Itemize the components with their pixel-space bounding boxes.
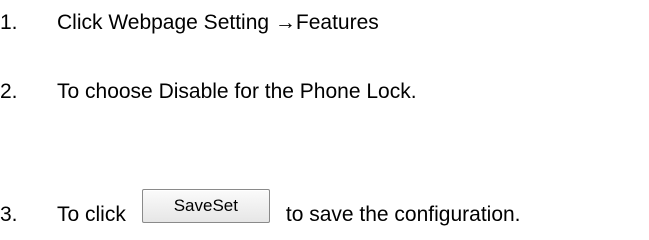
step-number: 3. [0,203,18,226]
step-number: 1. [0,11,18,34]
step-text-before: To click [57,203,126,226]
step-text: To choose Disable for the Phone Lock. [57,80,417,103]
step-text: To click SaveSet to save the configurati… [57,188,521,228]
saveset-button[interactable]: SaveSet [141,188,270,223]
step-number: 2. [0,80,18,103]
step-text: Click Webpage Setting →Features [57,11,379,34]
step-text-after: to save the configuration. [285,203,521,226]
